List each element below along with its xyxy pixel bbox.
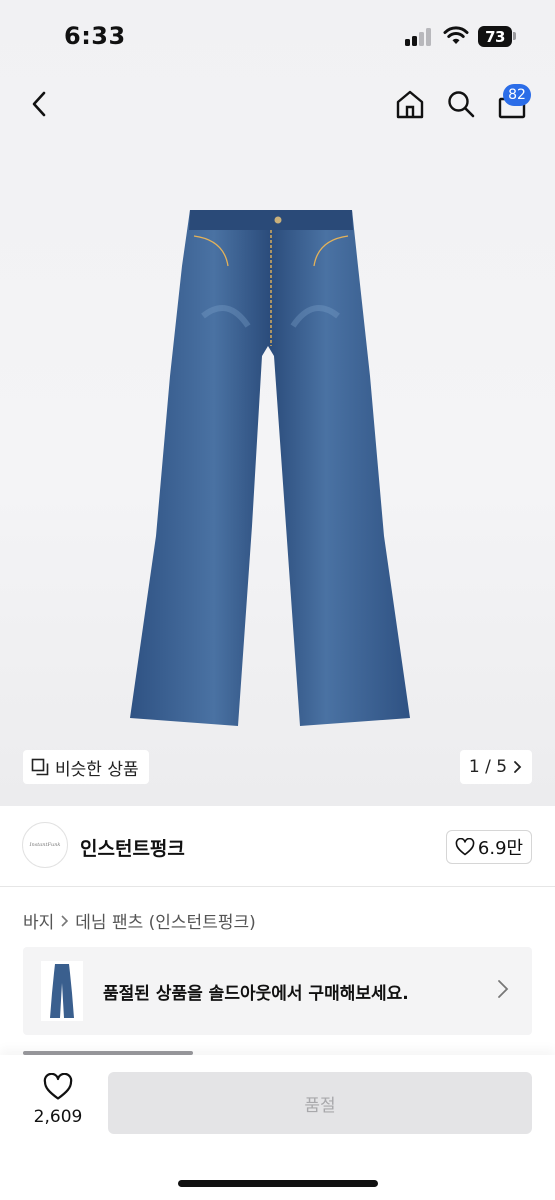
image-counter-text: 1 / 5 (468, 757, 508, 777)
search-button[interactable] (441, 84, 481, 124)
home-icon (396, 90, 424, 119)
breadcrumb-subcategory[interactable]: 데님 팬츠 (인스턴트펑크) (75, 908, 255, 933)
cart-count-badge: 82 (503, 84, 531, 106)
wifi-icon (443, 26, 469, 44)
soldout-button[interactable]: 품절 (108, 1072, 532, 1134)
status-bar: 6:33 73 (0, 0, 555, 72)
chevron-right-icon (61, 914, 69, 927)
similar-products-button[interactable]: 비슷한 상품 (23, 750, 149, 784)
chevron-right-icon (498, 980, 509, 998)
shop-like-button[interactable]: 6.9만 (446, 830, 532, 864)
shop-row[interactable]: InstantFunk 인스턴트펑크 6.9만 (0, 806, 555, 887)
soldout-promo-banner[interactable]: 품절된 상품을 솔드아웃에서 구매해보세요. (23, 947, 532, 1035)
cellular-signal-icon (405, 28, 435, 46)
shop-logo[interactable]: InstantFunk (22, 822, 68, 868)
banner-text: 품절된 상품을 솔드아웃에서 구매해보세요. (103, 984, 409, 1004)
image-counter[interactable]: 1 / 5 (460, 750, 532, 784)
similar-products-label: 비슷한 상품 (55, 759, 139, 780)
search-icon (448, 91, 475, 118)
breadcrumb: 바지 데님 팬츠 (인스턴트펑크) (23, 908, 256, 933)
back-button[interactable] (20, 84, 60, 124)
status-time: 6:33 (64, 22, 126, 50)
heart-icon (43, 1072, 73, 1100)
banner-thumbnail (41, 961, 83, 1021)
chevron-right-icon (514, 761, 522, 773)
wishlist-button[interactable]: 2,609 (28, 1072, 88, 1127)
product-image[interactable] (128, 206, 413, 734)
home-indicator (178, 1180, 378, 1187)
copy-icon (31, 758, 49, 776)
shop-logo-text: InstantFunk (29, 842, 61, 848)
breadcrumb-category[interactable]: 바지 (23, 908, 54, 933)
shop-like-count: 6.9만 (477, 838, 524, 859)
bottom-action-bar: 2,609 품절 (0, 1055, 555, 1200)
jeans-thumbnail-icon (50, 964, 74, 1018)
battery-cap (513, 32, 516, 40)
heart-icon (455, 838, 475, 856)
home-button[interactable] (390, 84, 430, 124)
wishlist-count: 2,609 (33, 1107, 83, 1127)
shop-name[interactable]: 인스턴트펑크 (80, 834, 185, 861)
chevron-left-icon (32, 91, 46, 117)
battery-icon: 73 (478, 26, 512, 47)
